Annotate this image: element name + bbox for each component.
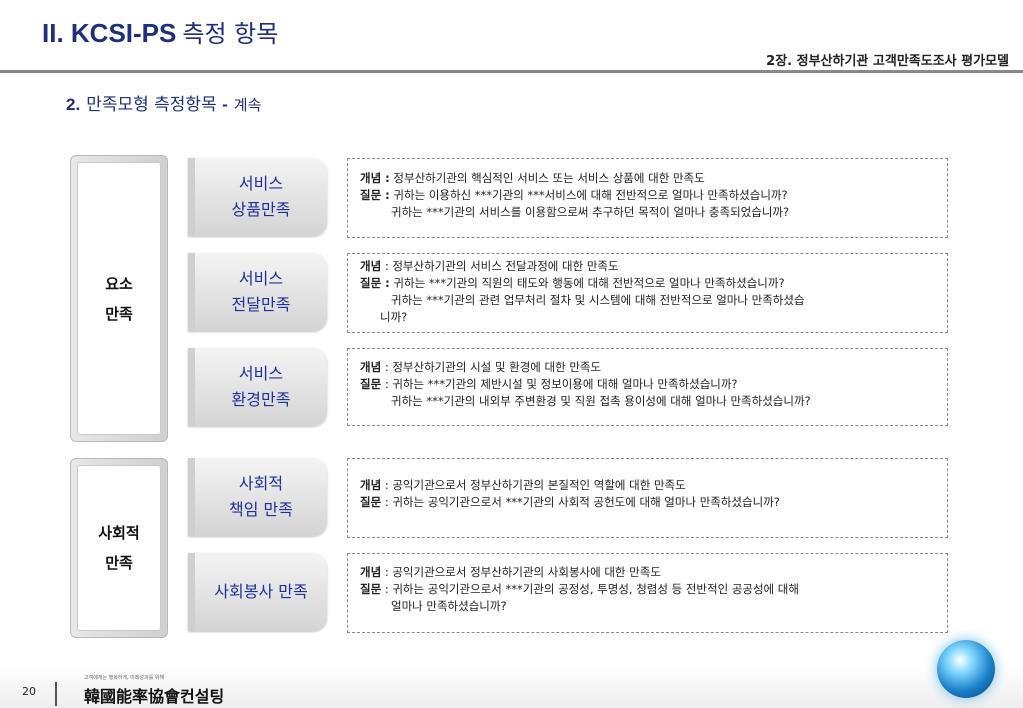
category-label-line: 사회적 <box>238 474 284 493</box>
group-social-satisfaction: 사회적 만족 <box>70 458 168 638</box>
category-label-line: 서비스 <box>238 269 284 288</box>
description-box: 개념 : 정부산하기관의 시설 및 환경에 대한 만족도 질문 : 귀하는 **… <box>347 348 948 426</box>
concept-text: : 정부산하기관의 시설 및 환경에 대한 만족도 <box>381 360 602 374</box>
category-label-line: 서비스 <box>238 174 284 193</box>
page-number: 20 <box>22 685 36 698</box>
section-heading: 2. 만족모형 측정항목 - 계속 <box>66 90 261 115</box>
concept-row: 개념 : 정부산하기관의 시설 및 환경에 대한 만족도 <box>360 359 937 376</box>
chapter-label: 2장. 정부산하기관 고객만족도조사 평가모델 <box>766 54 1009 69</box>
category-social-service: 사회봉사 만족 <box>188 553 327 631</box>
category-label-line: 상품만족 <box>231 200 291 219</box>
concept-row: 개념 : 정부산하기관의 서비스 전달과정에 대한 만족도 <box>360 258 937 275</box>
group-label-line: 만족 <box>105 554 133 572</box>
question-row: 귀하는 ***기관의 관련 업무처리 절차 및 시스템에 대해 전반적으로 얼마… <box>391 293 805 307</box>
question-text: 귀하는 이용하신 ***기관의 ***서비스에 대해 전반적으로 얼마나 만족하… <box>389 188 788 202</box>
category-social-responsibility: 사회적 책임 만족 <box>188 458 327 536</box>
title-prefix: II. KCSI-PS <box>42 18 177 48</box>
question-row: 니까? <box>380 310 408 324</box>
category-label-line: 환경만족 <box>231 390 291 409</box>
company-logo: 韓國能率協會컨설팅 <box>84 687 225 706</box>
concept-label: 개념 <box>360 259 382 273</box>
description-box: 개념 : 공익기관으로서 정부산하기관의 사회봉사에 대한 만족도 질문 : 귀… <box>347 553 948 633</box>
category-label-line: 서비스 <box>238 364 284 383</box>
group-label-box: 사회적 만족 <box>77 465 161 631</box>
question-row: 얼마나 만족하셨습니까? <box>391 599 507 613</box>
header-divider <box>0 70 1023 73</box>
description-box: 개념 : 공익기관으로서 정부산하기관의 본질적인 역할에 대한 만족도 질문 … <box>347 458 948 538</box>
concept-label: 개념 <box>360 565 382 579</box>
category-label-line: 책임 만족 <box>229 500 293 519</box>
concept-text: 정부산하기관의 핵심적인 서비스 또는 서비스 상품에 대한 만족도 <box>389 171 705 185</box>
question-row: 귀하는 ***기관의 내외부 주변환경 및 직원 접촉 용이성에 대해 얼마나 … <box>391 394 811 408</box>
question-label: 질문 <box>360 495 382 509</box>
group-label-box: 요소 만족 <box>77 162 161 435</box>
question-row: 질문 : 귀하는 공익기관으로서 ***기관의 사회적 공헌도에 대해 얼마나 … <box>360 494 937 511</box>
question-text: 귀하는 ***기관의 직원의 태도와 행동에 대해 전반적으로 얼마나 만족하셨… <box>389 276 785 290</box>
concept-label: 개념 <box>360 478 382 492</box>
question-row: 질문 : 귀하는 이용하신 ***기관의 ***서비스에 대해 전반적으로 얼마… <box>360 187 937 204</box>
section-title: 만족모형 측정항목 <box>86 95 217 115</box>
question-row: 질문 : 귀하는 ***기관의 직원의 태도와 행동에 대해 전반적으로 얼마나… <box>360 275 937 292</box>
category-service-product: 서비스 상품만족 <box>188 158 327 236</box>
question-row: 질문 : 귀하는 공익기관으로서 ***기관의 공정성, 투명성, 청렴성 등 … <box>360 581 937 598</box>
footer-divider <box>55 682 57 706</box>
category-service-delivery: 서비스 전달만족 <box>188 253 327 331</box>
question-row: 귀하는 ***기관의 서비스를 이용함으로써 추구하던 목적이 얼마나 충족되었… <box>391 205 790 219</box>
concept-text: : 공익기관으로서 정부산하기관의 사회봉사에 대한 만족도 <box>381 565 661 579</box>
category-label-line: 사회봉사 만족 <box>214 582 308 601</box>
group-label-line: 만족 <box>105 304 133 323</box>
category-service-environment: 서비스 환경만족 <box>188 348 327 426</box>
concept-row: 개념 : 공익기관으로서 정부산하기관의 사회봉사에 대한 만족도 <box>360 564 937 581</box>
page-title: II. KCSI-PS 측정 항목 <box>42 14 278 49</box>
question-label: 질문 <box>360 582 382 596</box>
question-text: : 귀하는 공익기관으로서 ***기관의 공정성, 투명성, 청렴성 등 전반적… <box>381 582 799 596</box>
description-box: 개념 : 정부산하기관의 핵심적인 서비스 또는 서비스 상품에 대한 만족도 … <box>347 158 948 238</box>
question-label: 질문 : <box>360 188 390 202</box>
description-box: 개념 : 정부산하기관의 서비스 전달과정에 대한 만족도 질문 : 귀하는 *… <box>347 253 948 333</box>
concept-label: 개념 <box>360 360 382 374</box>
globe-icon <box>937 640 995 698</box>
section-dash: - <box>222 95 228 114</box>
concept-text: : 공익기관으로서 정부산하기관의 본질적인 역할에 대한 만족도 <box>381 478 686 492</box>
group-label-line: 요소 <box>105 274 133 293</box>
section-number: 2. <box>66 95 81 114</box>
concept-text: : 정부산하기관의 서비스 전달과정에 대한 만족도 <box>381 259 619 273</box>
logo-tagline: 고객에게는 행복하게, 미래성과를 위해 <box>84 675 164 681</box>
question-row: 질문 : 귀하는 ***기관의 제반시설 및 정보이용에 대해 얼마나 만족하셨… <box>360 376 937 393</box>
concept-label: 개념 : <box>360 171 390 185</box>
group-element-satisfaction: 요소 만족 <box>70 155 168 442</box>
question-text: : 귀하는 ***기관의 제반시설 및 정보이용에 대해 얼마나 만족하셨습니까… <box>381 377 738 391</box>
section-continued: 계속 <box>233 96 262 114</box>
concept-row: 개념 : 공익기관으로서 정부산하기관의 본질적인 역할에 대한 만족도 <box>360 477 937 494</box>
title-text: 측정 항목 <box>182 20 279 48</box>
group-label-line: 사회적 <box>98 524 140 542</box>
question-text: : 귀하는 공익기관으로서 ***기관의 사회적 공헌도에 대해 얼마나 만족하… <box>381 495 780 509</box>
concept-row: 개념 : 정부산하기관의 핵심적인 서비스 또는 서비스 상품에 대한 만족도 <box>360 170 937 187</box>
question-label: 질문 : <box>360 276 390 290</box>
question-label: 질문 <box>360 377 382 391</box>
category-label-line: 전달만족 <box>231 295 291 314</box>
